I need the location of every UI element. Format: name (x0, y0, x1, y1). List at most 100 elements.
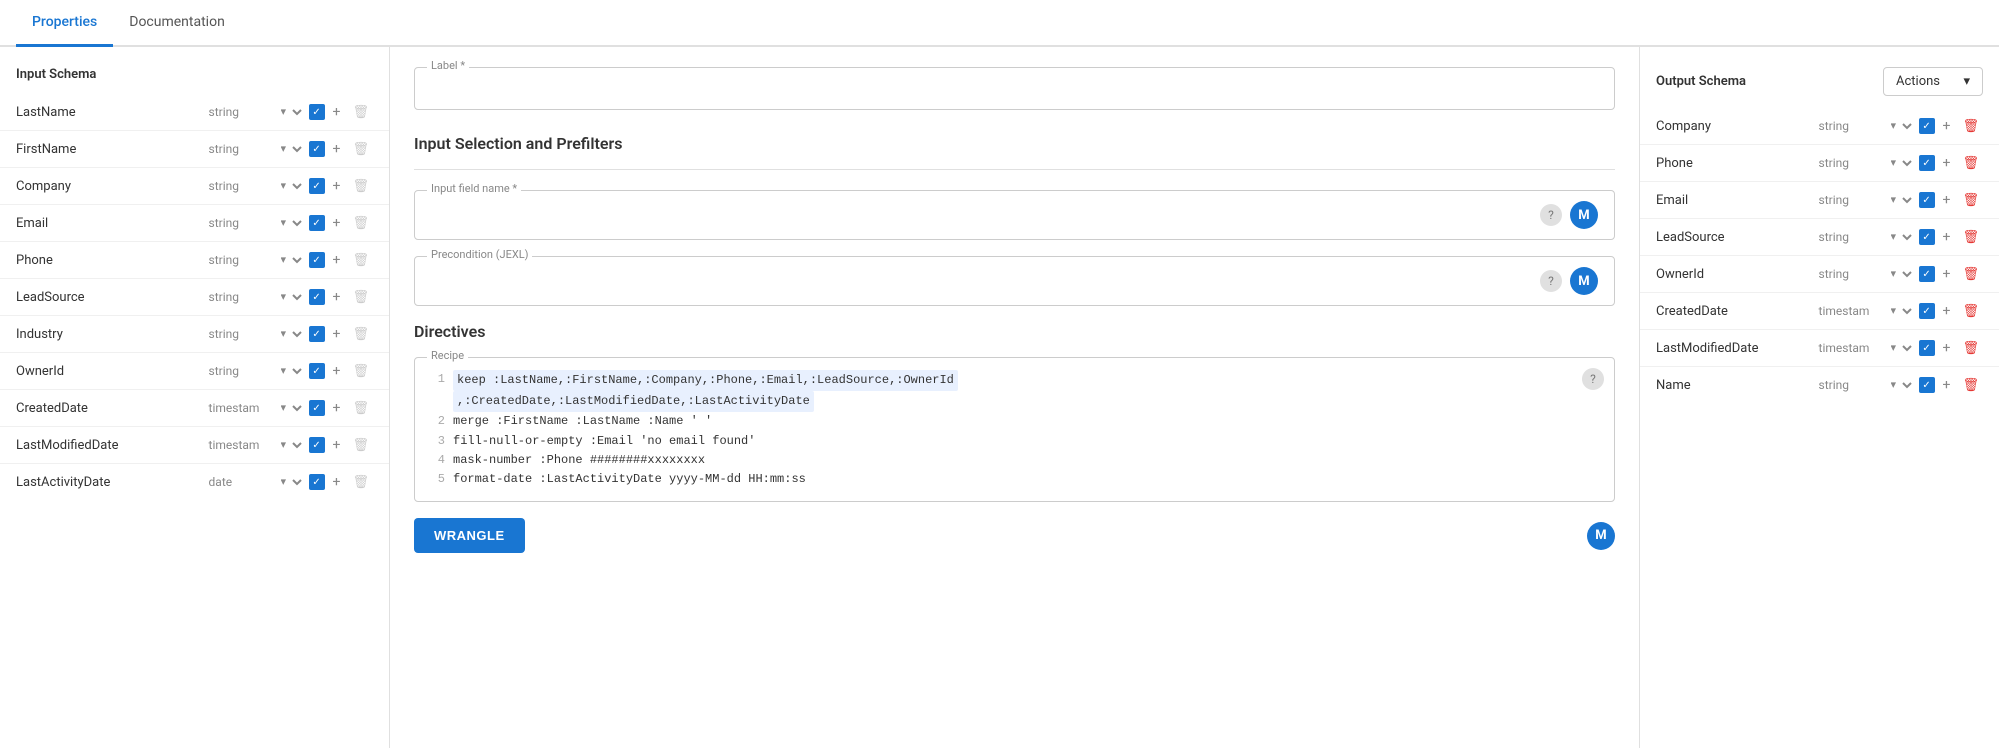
checkbox-icon[interactable] (1919, 303, 1935, 319)
type-dropdown[interactable]: ▾ (1885, 302, 1915, 320)
checkbox-icon[interactable] (309, 215, 325, 231)
precondition-m-badge[interactable]: M (1570, 267, 1598, 295)
type-dropdown[interactable]: ▾ (275, 251, 305, 269)
input-field-m-badge[interactable]: M (1570, 201, 1598, 229)
plus-icon[interactable]: + (329, 176, 345, 196)
input-field-name-input[interactable]: * (431, 207, 1532, 223)
output-schema-row: Company string ▾ + 🗑 (1640, 108, 1999, 145)
recipe-help-icon[interactable]: ? (1582, 368, 1604, 390)
plus-icon[interactable]: + (1939, 153, 1955, 173)
output-field-actions: ▾ + 🗑 (1885, 116, 1983, 136)
trash-icon[interactable]: 🗑 (348, 140, 373, 159)
trash-red-icon[interactable]: 🗑 (1958, 376, 1983, 395)
type-dropdown[interactable]: ▾ (1885, 191, 1915, 209)
plus-icon[interactable]: + (1939, 338, 1955, 358)
trash-icon[interactable]: 🗑 (348, 103, 373, 122)
output-field-name: LeadSource (1656, 230, 1813, 245)
plus-icon[interactable]: + (329, 102, 345, 122)
trash-icon[interactable]: 🗑 (348, 436, 373, 455)
plus-icon[interactable]: + (329, 250, 345, 270)
plus-icon[interactable]: + (329, 472, 345, 492)
plus-icon[interactable]: + (1939, 264, 1955, 284)
recipe-line: ,:CreatedDate,:LastModifiedDate,:LastAct… (427, 391, 1602, 412)
trash-red-icon[interactable]: 🗑 (1958, 265, 1983, 284)
plus-icon[interactable]: + (1939, 375, 1955, 395)
checkbox-icon[interactable] (1919, 266, 1935, 282)
plus-icon[interactable]: + (329, 324, 345, 344)
main-tabs: Properties Documentation (0, 0, 1999, 47)
tab-documentation[interactable]: Documentation (113, 0, 241, 47)
checkbox-icon[interactable] (1919, 192, 1935, 208)
type-dropdown[interactable]: ▾ (1885, 339, 1915, 357)
precondition-help-icon[interactable]: ? (1540, 270, 1562, 292)
checkbox-icon[interactable] (309, 104, 325, 120)
plus-icon[interactable]: + (1939, 116, 1955, 136)
type-dropdown[interactable]: ▾ (275, 325, 305, 343)
plus-icon[interactable]: + (329, 139, 345, 159)
input-selection-title: Input Selection and Prefilters (414, 134, 1615, 153)
recipe-code[interactable]: 1keep :LastName,:FirstName,:Company,:Pho… (427, 370, 1602, 489)
type-dropdown[interactable]: ▾ (275, 214, 305, 232)
plus-icon[interactable]: + (329, 287, 345, 307)
checkbox-icon[interactable] (309, 474, 325, 490)
plus-icon[interactable]: + (1939, 190, 1955, 210)
checkbox-icon[interactable] (1919, 229, 1935, 245)
actions-dropdown[interactable]: Actions ▾ (1883, 67, 1983, 96)
type-dropdown[interactable]: ▾ (275, 473, 305, 491)
directives-title: Directives (414, 322, 1615, 341)
trash-red-icon[interactable]: 🗑 (1958, 302, 1983, 321)
type-dropdown[interactable]: ▾ (1885, 265, 1915, 283)
plus-icon[interactable]: + (1939, 227, 1955, 247)
checkbox-icon[interactable] (1919, 118, 1935, 134)
type-dropdown[interactable]: ▾ (1885, 154, 1915, 172)
wrangle-m-badge[interactable]: M (1587, 522, 1615, 550)
type-dropdown[interactable]: ▾ (275, 362, 305, 380)
checkbox-icon[interactable] (309, 178, 325, 194)
trash-icon[interactable]: 🗑 (348, 214, 373, 233)
trash-red-icon[interactable]: 🗑 (1958, 228, 1983, 247)
trash-red-icon[interactable]: 🗑 (1958, 339, 1983, 358)
checkbox-icon[interactable] (309, 400, 325, 416)
checkbox-icon[interactable] (309, 326, 325, 342)
label-input[interactable]: Wrangler (431, 80, 1598, 96)
checkbox-icon[interactable] (309, 252, 325, 268)
type-dropdown[interactable]: ▾ (275, 436, 305, 454)
trash-icon[interactable]: 🗑 (348, 251, 373, 270)
tab-properties[interactable]: Properties (16, 0, 113, 47)
trash-icon[interactable]: 🗑 (348, 362, 373, 381)
type-dropdown[interactable]: ▾ (275, 140, 305, 158)
type-dropdown[interactable]: ▾ (1885, 376, 1915, 394)
checkbox-icon[interactable] (1919, 340, 1935, 356)
type-dropdown[interactable]: ▾ (1885, 117, 1915, 135)
plus-icon[interactable]: + (329, 435, 345, 455)
type-dropdown[interactable]: ▾ (275, 399, 305, 417)
checkbox-icon[interactable] (309, 437, 325, 453)
plus-icon[interactable]: + (1939, 301, 1955, 321)
input-schema-row: Industry string ▾ + 🗑 (0, 316, 389, 353)
checkbox-icon[interactable] (1919, 377, 1935, 393)
recipe-line-content: merge :FirstName :LastName :Name ' ' (453, 412, 712, 431)
trash-icon[interactable]: 🗑 (348, 473, 373, 492)
trash-red-icon[interactable]: 🗑 (1958, 191, 1983, 210)
trash-icon[interactable]: 🗑 (348, 177, 373, 196)
trash-icon[interactable]: 🗑 (348, 325, 373, 344)
plus-icon[interactable]: + (329, 398, 345, 418)
plus-icon[interactable]: + (329, 361, 345, 381)
type-dropdown[interactable]: ▾ (275, 288, 305, 306)
input-field-help-icon[interactable]: ? (1540, 204, 1562, 226)
input-schema-row: Company string ▾ + 🗑 (0, 168, 389, 205)
plus-icon[interactable]: + (329, 213, 345, 233)
trash-red-icon[interactable]: 🗑 (1958, 117, 1983, 136)
checkbox-icon[interactable] (309, 141, 325, 157)
trash-icon[interactable]: 🗑 (348, 288, 373, 307)
type-dropdown[interactable]: ▾ (1885, 228, 1915, 246)
type-dropdown[interactable]: ▾ (275, 177, 305, 195)
checkbox-icon[interactable] (309, 289, 325, 305)
wrangle-button[interactable]: WRANGLE (414, 518, 525, 553)
type-dropdown[interactable]: ▾ (275, 103, 305, 121)
trash-red-icon[interactable]: 🗑 (1958, 154, 1983, 173)
trash-icon[interactable]: 🗑 (348, 399, 373, 418)
checkbox-icon[interactable] (309, 363, 325, 379)
precondition-input[interactable]: false (431, 273, 1532, 289)
checkbox-icon[interactable] (1919, 155, 1935, 171)
